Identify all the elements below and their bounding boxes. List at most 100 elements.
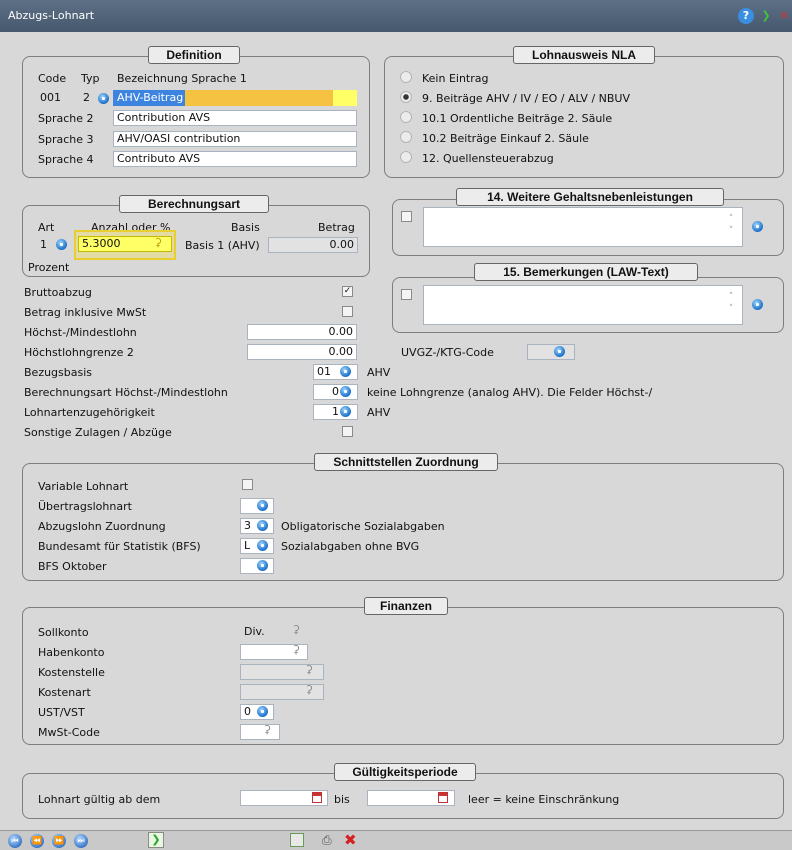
calendar-icon[interactable]	[312, 792, 322, 803]
sprache3-field[interactable]: AHV/OASI contribution	[113, 131, 357, 147]
abzugslohn-desc: Obligatorische Sozialabgaben	[281, 520, 445, 533]
typ-header: Typ	[81, 72, 100, 85]
berechnungsart-hm-dropdown-icon[interactable]	[340, 386, 351, 397]
berechnungsart-hm-field[interactable]: 0	[313, 384, 358, 400]
zugehoerigkeit-dropdown-icon[interactable]	[340, 406, 351, 417]
execute-icon[interactable]: ❯	[148, 832, 164, 848]
weitere-checkbox[interactable]	[401, 211, 412, 222]
betrag-field[interactable]: 0.00	[268, 237, 358, 253]
uebertrag-dropdown-icon[interactable]	[257, 500, 268, 511]
bottom-toolbar: ⏮ ⏪ ⏩ ⏭ ❯ ⎙ ✖	[0, 830, 792, 850]
sprache4-field[interactable]: Contributo AVS	[113, 151, 357, 167]
sprache4-label: Sprache 4	[38, 153, 94, 166]
uvgz-field[interactable]	[527, 344, 575, 360]
bezugsbasis-label: Bezugsbasis	[24, 366, 93, 379]
basis-header: Basis	[231, 221, 260, 234]
help-icon[interactable]: ?	[738, 8, 754, 24]
calendar-icon[interactable]	[438, 792, 448, 803]
finanzen-panel	[22, 607, 784, 745]
variable-label: Variable Lohnart	[38, 480, 129, 493]
radio-label: 9. Beiträge AHV / IV / EO / ALV / NBUV	[422, 92, 631, 105]
uvgz-dropdown-icon[interactable]	[554, 346, 565, 357]
abzugslohn-label: Abzugslohn Zuordnung	[38, 520, 166, 533]
weitere-textarea[interactable]	[423, 207, 743, 247]
art-header: Art	[38, 221, 55, 234]
sprache2-label: Sprache 2	[38, 112, 94, 125]
art-field[interactable]: 1	[36, 237, 50, 253]
soll-label: Sollkonto	[38, 626, 89, 639]
mwst-code-field[interactable]	[240, 724, 280, 740]
next-record-icon[interactable]: ⏩	[52, 834, 66, 848]
zugehoerigkeit-field[interactable]: 1	[313, 404, 358, 420]
close-icon[interactable]: ✕	[776, 8, 792, 24]
haben-lookup-icon[interactable]: ⚳	[292, 643, 300, 656]
bruttoabzug-checkbox[interactable]: ✓	[342, 286, 353, 297]
hoechst-field[interactable]: 0.00	[247, 324, 357, 340]
bemerkungen-textarea[interactable]	[423, 285, 743, 325]
mwst-checkbox[interactable]	[342, 306, 353, 317]
bemerkungen-dropdown-icon[interactable]	[752, 299, 763, 310]
weitere-scroll[interactable]: ˄ ˅	[726, 213, 736, 239]
berechnungsart-hm-desc: keine Lohngrenze (analog AHV). Die Felde…	[367, 386, 653, 399]
bezugsbasis-dropdown-icon[interactable]	[340, 366, 351, 377]
hoechst2-label: Höchstlohngrenze 2	[24, 346, 134, 359]
kostenstelle-lookup-icon[interactable]: ⚳	[305, 663, 313, 676]
radio-kein-eintrag[interactable]	[400, 71, 412, 83]
soll-lookup-icon[interactable]: ⚳	[292, 623, 300, 636]
print-icon[interactable]: ⎙	[322, 833, 336, 847]
export-icon[interactable]	[290, 833, 304, 847]
radio-beitraege-einkauf[interactable]	[400, 131, 412, 143]
lookup-key-icon[interactable]: ⚳	[154, 236, 162, 249]
zugehoerigkeit-desc: AHV	[367, 406, 391, 419]
code-header: Code	[38, 72, 67, 85]
kostenart-label: Kostenart	[38, 686, 91, 699]
bezeichnung-header: Bezeichnung Sprache 1	[117, 72, 247, 85]
previous-record-icon[interactable]: ⏪	[30, 834, 44, 848]
kostenart-lookup-icon[interactable]: ⚳	[305, 683, 313, 696]
art-dropdown-icon[interactable]	[56, 239, 67, 250]
radio-ordentliche-beitraege[interactable]	[400, 111, 412, 123]
abzugslohn-dropdown-icon[interactable]	[257, 520, 268, 531]
ust-dropdown-icon[interactable]	[257, 706, 268, 717]
hoechst-label: Höchst-/Mindestlohn	[24, 326, 137, 339]
sprache1-field[interactable]: AHV-Beitrag	[113, 90, 185, 106]
bfs-desc: Sozialabgaben ohne BVG	[281, 540, 420, 553]
delete-icon[interactable]: ✖	[344, 831, 357, 849]
gueltigkeit-legend: Gültigkeitsperiode	[334, 763, 476, 781]
gueltig-ab-label: Lohnart gültig ab dem	[38, 793, 161, 806]
bfs-dropdown-icon[interactable]	[257, 540, 268, 551]
code-field[interactable]: 001	[36, 90, 72, 106]
weitere-legend: 14. Weitere Gehaltsnebenleistungen	[456, 188, 724, 206]
gueltig-hint: leer = keine Einschränkung	[468, 793, 620, 806]
schnittstellen-legend: Schnittstellen Zuordnung	[314, 453, 498, 471]
bfs-oktober-label: BFS Oktober	[38, 560, 107, 573]
radio-quellensteuer[interactable]	[400, 151, 412, 163]
radio-beitraege-ahv[interactable]	[400, 91, 412, 103]
berechnungsart-hm-label: Berechnungsart Höchst-/Mindestlohn	[24, 386, 228, 399]
window-title: Abzugs-Lohnart	[8, 9, 95, 22]
bfs-label: Bundesamt für Statistik (BFS)	[38, 540, 201, 553]
variable-checkbox[interactable]	[242, 479, 253, 490]
next-arrow-icon[interactable]: ❯	[758, 8, 774, 24]
bezugsbasis-field[interactable]: 01	[313, 364, 358, 380]
first-record-icon[interactable]: ⏮	[8, 834, 22, 848]
typ-dropdown-icon[interactable]	[98, 93, 109, 104]
zugehoerigkeit-label: Lohnartenzugehörigkeit	[24, 406, 155, 419]
bemerkungen-checkbox[interactable]	[401, 289, 412, 300]
hoechst2-field[interactable]: 0.00	[247, 344, 357, 360]
uvgz-label: UVGZ-/KTG-Code	[401, 346, 494, 359]
radio-label: 12. Quellensteuerabzug	[422, 152, 554, 165]
bezugsbasis-desc: AHV	[367, 366, 391, 379]
mwst-code-lookup-icon[interactable]: ⚳	[263, 723, 271, 736]
typ-field[interactable]: 2	[76, 90, 94, 106]
prozent-label: Prozent	[28, 261, 70, 274]
weitere-dropdown-icon[interactable]	[752, 221, 763, 232]
bis-label: bis	[334, 793, 350, 806]
sprache2-field[interactable]: Contribution AVS	[113, 110, 357, 126]
sonstige-checkbox[interactable]	[342, 426, 353, 437]
bfs-oktober-dropdown-icon[interactable]	[257, 560, 268, 571]
haben-label: Habenkonto	[38, 646, 105, 659]
lohnausweis-legend: Lohnausweis NLA	[513, 46, 655, 64]
bemerkungen-scroll[interactable]: ˄ ˅	[726, 291, 736, 317]
last-record-icon[interactable]: ⏭	[74, 834, 88, 848]
